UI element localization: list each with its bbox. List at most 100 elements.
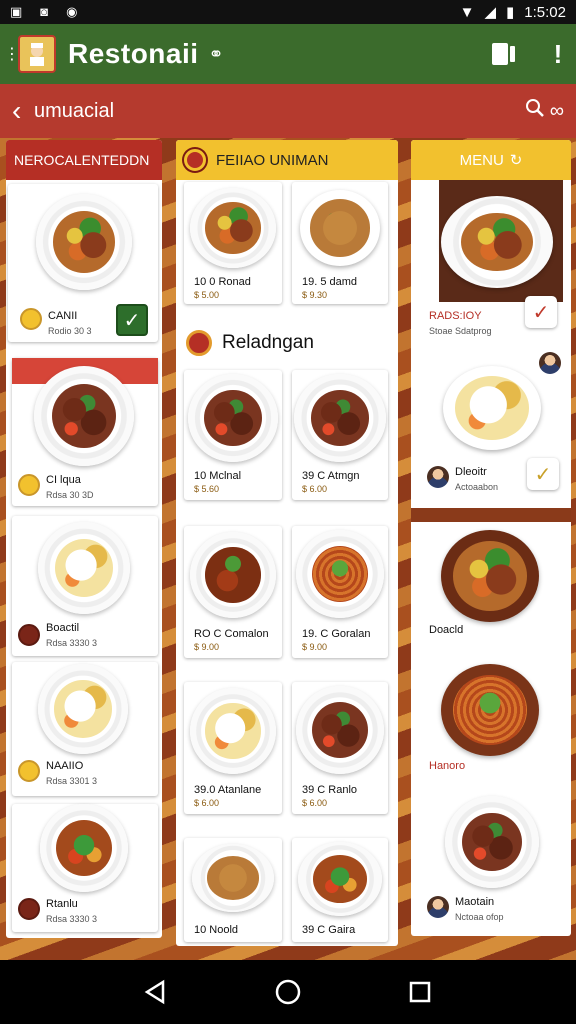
dish-image — [38, 522, 130, 614]
list-item[interactable]: Rtanlu Rdsa 3330 3 — [12, 804, 158, 932]
emblem-icon — [186, 330, 212, 356]
item-price: $ 6.00 — [302, 798, 328, 808]
dish-image — [190, 688, 276, 774]
search-icon[interactable] — [524, 97, 546, 125]
sub-bar: ‹ umuacial ∞ — [0, 84, 576, 138]
left-column: NEROCALENTEDDN CANII Rodio 30 3 ✓ CI lqu… — [6, 140, 162, 938]
item-title: Hanoro — [429, 760, 466, 772]
item-title: Maotain — [455, 896, 495, 908]
refresh-icon[interactable]: ↻ — [510, 151, 523, 169]
badge-icon — [18, 760, 40, 782]
emblem-icon — [184, 149, 206, 171]
menu-card[interactable]: 39.0 Atanlane $ 6.00 — [184, 682, 282, 814]
dish-image — [441, 196, 553, 288]
image-icon: ▣ — [10, 4, 23, 19]
badge-icon — [18, 474, 40, 496]
item-title: 39 C Atmgn — [302, 470, 360, 482]
badge-icon — [18, 898, 40, 920]
item-title: Dleoitr — [455, 466, 487, 478]
dish-image — [443, 366, 541, 450]
link-icon[interactable]: ⚭ — [209, 44, 224, 65]
center-column-title: FEIIAO UNIMAN — [216, 151, 329, 169]
screenshot-icon: ◙ — [40, 4, 49, 19]
item-subtitle: Rdsa 30 3D — [46, 490, 94, 500]
right-column-header: MENU ↻ — [411, 140, 571, 180]
avatar — [427, 896, 449, 918]
item-price: $ 6.00 — [302, 484, 328, 494]
menu-card[interactable]: 39 C Ranlo $ 6.00 — [292, 682, 388, 814]
tablet-icon[interactable] — [488, 39, 518, 69]
app-bar: ⋮ Restonaii ⚭ ! — [0, 24, 576, 84]
infinity-icon[interactable]: ∞ — [550, 100, 564, 123]
list-item[interactable]: Boactil Rdsa 3330 3 — [12, 516, 158, 656]
more-icon[interactable]: ! — [552, 39, 564, 70]
content-area: NEROCALENTEDDN CANII Rodio 30 3 ✓ CI lqu… — [0, 138, 576, 960]
item-title: Rtanlu — [46, 898, 78, 910]
item-subtitle: Nctoaa ofop — [455, 912, 504, 922]
dish-image — [296, 686, 384, 774]
item-title: Boactil — [46, 622, 80, 634]
recents-square-icon[interactable] — [400, 972, 440, 1012]
avatar — [539, 352, 561, 374]
dish-image — [294, 374, 386, 462]
dish-image — [296, 530, 384, 618]
item-title: 10 0 Ronad — [194, 276, 251, 288]
clock: 1:5:02 — [524, 3, 566, 21]
center-column: FEIIAO UNIMAN 10 0 Ronad $ 5.00 19. 5 da… — [176, 140, 398, 946]
dish-image — [445, 796, 539, 888]
right-column: MENU ↻ RADS:IOY Stoae Sdatprog ✓ Dleoitr… — [411, 140, 571, 936]
check-icon[interactable]: ✓ — [116, 304, 148, 336]
section-title: Reladngan — [222, 332, 314, 353]
item-subtitle: Stoae Sdatprog — [429, 326, 492, 336]
check-icon[interactable]: ✓ — [525, 296, 557, 328]
menu-card[interactable]: 10 Noold — [184, 838, 282, 942]
menu-card[interactable]: RO C Comalon $ 9.00 — [184, 526, 282, 658]
check-icon[interactable]: ✓ — [527, 458, 559, 490]
item-subtitle: Rdsa 3301 3 — [46, 776, 98, 786]
dish-image — [38, 664, 128, 754]
list-item[interactable]: NAAIIO Rdsa 3301 3 — [12, 662, 158, 796]
section-heading: Reladngan — [186, 330, 314, 356]
dish-image — [298, 842, 382, 916]
item-title: CANII — [48, 310, 78, 322]
home-circle-icon[interactable] — [268, 972, 308, 1012]
back-icon[interactable]: ‹ — [12, 95, 28, 127]
item-price: $ 5.60 — [194, 484, 220, 494]
dish-image — [192, 844, 274, 912]
dish-image — [300, 190, 380, 266]
item-price: $ 6.00 — [194, 798, 220, 808]
item-title: 19. 5 damd — [302, 276, 358, 288]
item-subtitle: Rodio 30 3 — [48, 326, 92, 336]
menu-icon[interactable]: ⋮ — [4, 44, 20, 64]
item-title: NAAIIO — [46, 760, 84, 772]
badge-icon — [20, 308, 42, 330]
menu-card[interactable]: 10 0 Ronad $ 5.00 — [184, 182, 282, 304]
dish-image — [36, 194, 132, 290]
item-subtitle: Rdsa 3330 3 — [46, 638, 98, 648]
menu-card[interactable]: 39 C Gaira — [292, 838, 388, 942]
right-column-title: MENU — [459, 151, 504, 169]
divider — [411, 508, 571, 522]
item-title: RADS:IOY — [429, 310, 482, 322]
item-subtitle: Rdsa 3330 3 — [46, 914, 98, 924]
item-price: $ 9.00 — [194, 642, 220, 652]
center-column-header: FEIIAO UNIMAN — [176, 140, 398, 180]
item-title: CI lqua — [46, 474, 81, 486]
menu-card[interactable]: 19. 5 damd $ 9.30 — [292, 182, 388, 304]
list-item[interactable]: CI lqua Rdsa 30 3D — [12, 358, 158, 506]
avatar — [427, 466, 449, 488]
menu-card[interactable]: 39 C Atmgn $ 6.00 — [292, 370, 388, 500]
system-nav-bar — [0, 960, 576, 1024]
wifi-icon: ▼ — [459, 3, 475, 21]
item-title: 39 C Gaira — [302, 924, 356, 936]
item-title: 10 Mclnal — [194, 470, 242, 482]
menu-card[interactable]: 10 Mclnal $ 5.60 — [184, 370, 282, 500]
back-triangle-icon[interactable] — [136, 972, 176, 1012]
battery-icon: ▮ — [506, 4, 515, 21]
left-column-header: NEROCALENTEDDN — [6, 140, 162, 180]
item-title: RO C Comalon — [194, 628, 269, 640]
list-item[interactable]: CANII Rodio 30 3 ✓ — [8, 184, 158, 342]
menu-card[interactable]: 19. C Goralan $ 9.00 — [292, 526, 388, 658]
item-title: Doacld — [429, 624, 464, 636]
item-price: $ 5.00 — [194, 290, 220, 300]
